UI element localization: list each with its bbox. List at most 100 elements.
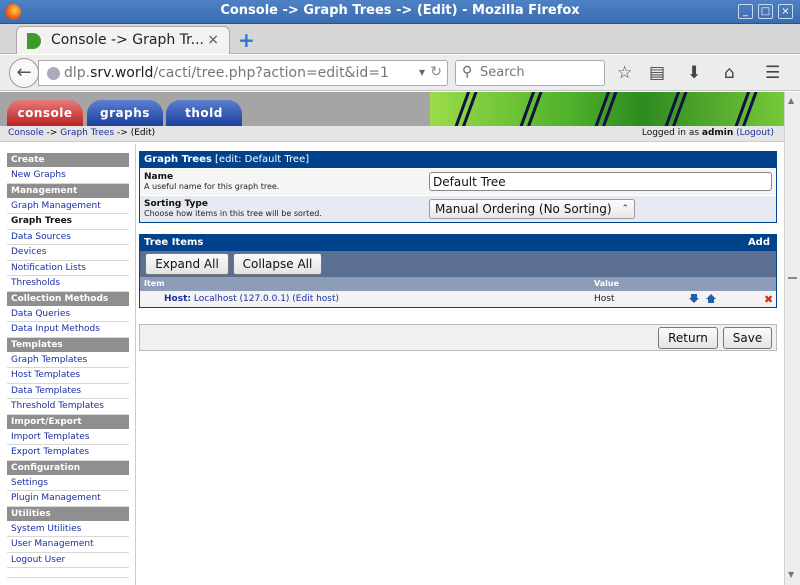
sidebar-item-label[interactable]: Data Templates xyxy=(11,386,81,396)
sidebar-item-data-sources[interactable]: Data Sources xyxy=(7,230,129,245)
sidebar-item-data-input-methods[interactable]: Data Input Methods xyxy=(7,322,129,338)
scrollbar-grip[interactable] xyxy=(788,277,797,279)
new-tab-button[interactable]: + xyxy=(238,28,255,52)
vertical-scrollbar[interactable]: ▲ ▼ xyxy=(784,92,800,585)
sidebar-item-label[interactable]: Plugin Management xyxy=(11,493,101,503)
sidebar-item-system-utilities[interactable]: System Utilities xyxy=(7,522,129,537)
site-identity-icon[interactable] xyxy=(47,67,60,80)
sidebar-item-label[interactable]: New Graphs xyxy=(11,170,66,180)
scroll-up-icon[interactable]: ▲ xyxy=(788,96,794,105)
menu-hamburger-icon[interactable]: ☰ xyxy=(765,63,780,83)
scroll-down-icon[interactable]: ▼ xyxy=(788,570,794,579)
url-domain: srv.world xyxy=(90,65,154,81)
tab-close-icon[interactable]: × xyxy=(207,32,219,48)
sidebar-item-label[interactable]: Graph Management xyxy=(11,201,101,211)
sidebar-item-label[interactable]: Graph Trees xyxy=(11,216,72,226)
tree-item-link[interactable]: Host: Localhost (127.0.0.1) (Edit host) xyxy=(164,294,339,304)
menu-section-import-export: Import/Export xyxy=(7,414,129,430)
sidebar-item-label[interactable]: Logout User xyxy=(11,555,65,565)
home-icon[interactable]: ⌂ xyxy=(724,63,735,83)
sidebar-item-user-management[interactable]: User Management xyxy=(7,537,129,553)
breadcrumb-sep: -> xyxy=(43,128,61,138)
sidebar-item-export-templates[interactable]: Export Templates xyxy=(7,445,129,461)
add-item-link[interactable]: Add xyxy=(748,235,770,251)
sidebar-item-host-templates[interactable]: Host Templates xyxy=(7,368,129,384)
tab-thold[interactable]: thold xyxy=(166,100,242,126)
tree-item-text: Localhost (127.0.0.1) (Edit host) xyxy=(193,294,340,304)
sorting-type-value: Manual Ordering (No Sorting) xyxy=(435,202,612,216)
tab-graphs[interactable]: graphs xyxy=(87,100,163,126)
tab-console[interactable]: console xyxy=(7,100,83,126)
cacti-header: console graphs thold xyxy=(0,92,784,126)
sidebar-item-data-queries[interactable]: Data Queries xyxy=(7,307,129,322)
breadcrumb-sep: -> xyxy=(114,128,131,138)
sidebar-item-label[interactable]: User Management xyxy=(11,539,94,549)
name-input[interactable] xyxy=(429,172,772,191)
url-history-dropdown-icon[interactable]: ▾ xyxy=(419,65,425,79)
sorting-type-select[interactable]: Manual Ordering (No Sorting) ⌃ xyxy=(429,199,635,219)
reading-list-icon[interactable]: ▤ xyxy=(649,63,665,83)
sidebar-item-label[interactable]: Graph Templates xyxy=(11,355,87,365)
move-up-icon[interactable] xyxy=(706,294,716,303)
sidebar-item-label[interactable]: Data Queries xyxy=(11,309,70,319)
sidebar-item-label[interactable]: Threshold Templates xyxy=(11,401,104,411)
sidebar-item-label[interactable]: Notification Lists xyxy=(11,263,86,273)
sidebar-item-data-templates[interactable]: Data Templates xyxy=(7,384,129,399)
sidebar-item-label[interactable]: Devices xyxy=(11,247,46,257)
tree-toolbar: Expand All Collapse All xyxy=(140,251,776,277)
sidebar-item-label[interactable]: Data Sources xyxy=(11,232,71,242)
downloads-icon[interactable]: ⬇ xyxy=(687,63,701,83)
form-subtitle: [edit: Default Tree] xyxy=(215,154,310,165)
select-updown-icon: ⌃ xyxy=(621,204,629,214)
logout-link[interactable]: (Logout) xyxy=(736,128,774,138)
url-text[interactable]: dlp.srv.world/cacti/tree.php?action=edit… xyxy=(64,65,389,81)
breadcrumb: Console -> Graph Trees -> (Edit) Logged … xyxy=(0,126,784,142)
sidebar-item-label[interactable]: Settings xyxy=(11,478,48,488)
return-button[interactable]: Return xyxy=(658,327,718,349)
browser-tab[interactable]: Console -> Graph Tr... × xyxy=(16,26,230,54)
breadcrumb-graph-trees-link[interactable]: Graph Trees xyxy=(60,128,114,138)
sidebar-item-settings[interactable]: Settings xyxy=(7,476,129,491)
sidebar-item-label[interactable]: Export Templates xyxy=(11,447,89,457)
move-down-icon[interactable] xyxy=(689,294,699,303)
sidebar-item-graph-templates[interactable]: Graph Templates xyxy=(7,353,129,368)
save-button[interactable]: Save xyxy=(723,327,772,349)
bookmark-star-icon[interactable]: ☆ xyxy=(617,63,632,83)
url-bar[interactable]: dlp.srv.world/cacti/tree.php?action=edit… xyxy=(38,60,448,86)
sidebar-item-threshold-templates[interactable]: Threshold Templates xyxy=(7,399,129,415)
sidebar-item-thresholds[interactable]: Thresholds xyxy=(7,276,129,292)
sidebar-item-new-graphs[interactable]: New Graphs xyxy=(7,168,129,184)
reload-icon[interactable]: ↻ xyxy=(430,64,442,80)
sidebar-item-label[interactable]: System Utilities xyxy=(11,524,81,534)
tree-items-column-header: Item Value xyxy=(140,277,776,291)
sidebar-item-label[interactable]: Host Templates xyxy=(11,370,80,380)
login-user: admin xyxy=(701,128,734,138)
search-input[interactable] xyxy=(480,65,598,80)
login-prefix: Logged in as xyxy=(641,128,702,138)
sidebar-item-graph-trees[interactable]: Graph Trees xyxy=(7,214,129,230)
minimize-button[interactable]: _ xyxy=(738,4,753,19)
sidebar-item-logout-user[interactable]: Logout User xyxy=(7,553,129,568)
delete-icon[interactable]: ✖ xyxy=(764,292,773,308)
breadcrumb-console-link[interactable]: Console xyxy=(8,128,44,138)
sidebar-item-plugin-management[interactable]: Plugin Management xyxy=(7,491,129,507)
close-window-button[interactable]: × xyxy=(778,4,793,19)
tree-items-header: Tree Items Add xyxy=(140,235,776,251)
tab-title: Console -> Graph Tr... xyxy=(51,32,204,48)
sidebar-item-graph-management[interactable]: Graph Management xyxy=(7,199,129,214)
sidebar-item-devices[interactable]: Devices xyxy=(7,245,129,261)
sidebar-item-label[interactable]: Import Templates xyxy=(11,432,90,442)
expand-all-button[interactable]: Expand All xyxy=(145,253,229,275)
sidebar-item-label[interactable]: Data Input Methods xyxy=(11,324,100,334)
collapse-all-button[interactable]: Collapse All xyxy=(233,253,322,275)
maximize-button[interactable]: □ xyxy=(758,4,773,19)
sidebar-item-label[interactable]: Thresholds xyxy=(11,278,60,288)
sidebar-item-import-templates[interactable]: Import Templates xyxy=(7,430,129,445)
search-bar[interactable]: ⚲ xyxy=(455,60,605,86)
menu-divider xyxy=(135,144,136,585)
back-button[interactable]: ← xyxy=(9,58,39,88)
login-status: Logged in as admin (Logout) xyxy=(642,126,774,141)
sidebar-item-notification-lists[interactable]: Notification Lists xyxy=(7,261,129,276)
menu-section-management: Management xyxy=(7,183,129,199)
form-actions: Return Save xyxy=(139,324,777,351)
